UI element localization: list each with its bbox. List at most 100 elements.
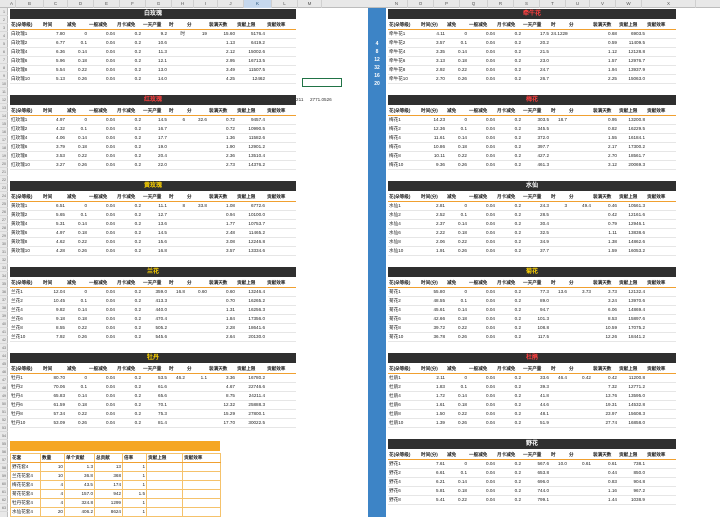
table-cell[interactable]: 杜鹃10 — [388, 418, 420, 428]
table-cell[interactable]: 11.1 — [142, 201, 168, 211]
table-cell[interactable]: 白玫瑰10 — [10, 74, 42, 84]
table-cell[interactable]: 14.5 — [142, 228, 168, 238]
table-cell[interactable]: 0.1 — [66, 296, 88, 306]
table-cell[interactable]: 水仙花套4 — [10, 507, 41, 517]
row-header[interactable]: 8 — [0, 64, 8, 72]
table-cell[interactable]: 10.59 — [592, 323, 618, 333]
data-table[interactable]: 花(朵等级) 时间(分) 减免 一般减免 月卡减免 一天产量时分装满天数 贡献上限 贡献效率水… — [388, 193, 676, 256]
table-cell[interactable]: 14376.2 — [236, 160, 266, 170]
table-cell[interactable]: 3.08 — [208, 237, 236, 247]
table-cell[interactable]: 2.06 — [420, 237, 446, 247]
table-cell[interactable]: 4.97 — [42, 115, 66, 125]
table-cell[interactable] — [568, 38, 592, 48]
table-cell[interactable]: 黄玫瑰1 — [10, 201, 42, 211]
table-cell[interactable]: 2.25 — [592, 74, 618, 84]
row-header[interactable]: 20 — [0, 160, 8, 168]
table-cell[interactable]: 0.2 — [496, 323, 522, 333]
table-cell[interactable]: 菊花2 — [388, 296, 420, 306]
table-cell[interactable]: 51.9 — [522, 418, 550, 428]
table-cell[interactable] — [568, 219, 592, 229]
table-cell[interactable]: 46.4 — [550, 373, 568, 383]
table-cell[interactable]: 0.82 — [592, 124, 618, 134]
table-cell[interactable]: 18.7 — [550, 115, 568, 125]
table-cell[interactable]: 0.26 — [66, 418, 88, 428]
table-cell[interactable] — [168, 47, 186, 57]
table-cell[interactable]: 0.04 — [88, 219, 116, 229]
table-row[interactable]: 菊花1 55.80 0 0.04 0.2 77.3 13.6 3.73 3.73 12132.4 — [388, 287, 676, 297]
table-row[interactable]: 野花1 7.61 0 0.04 0.2 567.6 10.0 0.61 0.61 738.1 — [388, 459, 676, 469]
table-cell[interactable] — [550, 400, 568, 410]
table-cell[interactable]: 89.0 — [522, 296, 550, 306]
column-header-o[interactable]: O — [408, 0, 434, 8]
table-cell[interactable]: 1.11 — [592, 228, 618, 238]
table-cell[interactable] — [550, 332, 568, 342]
table-cell[interactable]: 427.2 — [522, 151, 550, 161]
table-cell[interactable] — [550, 486, 568, 496]
table-cell[interactable]: 0.2 — [496, 382, 522, 392]
table-cell[interactable]: 0.2 — [116, 314, 142, 324]
table-cell[interactable]: 22.0 — [142, 160, 168, 170]
table-cell[interactable]: 0.04 — [468, 314, 496, 324]
table-cell[interactable]: 0.2 — [116, 400, 142, 410]
table-cell[interactable] — [550, 65, 568, 75]
table-cell[interactable]: 3.35 — [420, 47, 446, 57]
table-row[interactable]: 白玫瑰1 7.80 0 0.04 0.2 9.2 时 19 15.60 5176.4 — [10, 29, 296, 39]
table-cell[interactable]: 白玫瑰8 — [10, 65, 42, 75]
table-cell[interactable]: 406.2 — [64, 507, 95, 517]
table-cell[interactable]: 0.04 — [88, 56, 116, 66]
row-header[interactable]: 58 — [0, 464, 8, 472]
table-cell[interactable]: 野花8 — [388, 495, 420, 505]
table-cell[interactable]: 30022.5 — [236, 418, 266, 428]
table-cell[interactable] — [168, 151, 186, 161]
table-cell[interactable] — [646, 459, 676, 469]
table-cell[interactable]: 0.18 — [446, 314, 468, 324]
table-cell[interactable]: 24.122807 — [550, 29, 568, 39]
table-cell[interactable] — [550, 219, 568, 229]
table-cell[interactable]: 0.22 — [446, 151, 468, 161]
table-cell[interactable] — [550, 228, 568, 238]
table-row[interactable]: 兰花6 9.18 0.18 0.04 0.2 470.4 1.84 17356.0 — [10, 314, 296, 324]
table-cell[interactable]: 0.04 — [88, 382, 116, 392]
table-cell[interactable]: 1 — [122, 507, 147, 517]
table-cell[interactable]: 0.04 — [468, 219, 496, 229]
table-cell[interactable] — [266, 400, 296, 410]
table-cell[interactable]: 0.22 — [446, 65, 468, 75]
table-cell[interactable]: 水仙6 — [388, 228, 420, 238]
table-cell[interactable]: 6.51 — [42, 201, 66, 211]
table-cell[interactable]: 牵牛花8 — [388, 65, 420, 75]
table-cell[interactable]: 1.91 — [420, 246, 446, 256]
table-cell[interactable]: 4.28 — [42, 246, 66, 256]
table-cell[interactable] — [568, 29, 592, 39]
table-cell[interactable]: 4.62 — [42, 237, 66, 247]
table-cell[interactable]: 42.66 — [420, 314, 446, 324]
table-cell[interactable] — [646, 391, 676, 401]
table-row[interactable]: 红玫瑰2 4.32 0.1 0.04 0.2 16.7 0.72 10990.5 — [10, 124, 296, 134]
table-cell[interactable]: 942 — [94, 489, 123, 499]
column-header-l[interactable]: L — [272, 0, 298, 8]
row-header[interactable]: 2 — [0, 16, 8, 24]
table-cell[interactable] — [646, 115, 676, 125]
column-header-m[interactable]: M — [298, 0, 322, 8]
table-cell[interactable] — [646, 210, 676, 220]
table-cell[interactable]: 0.04 — [88, 65, 116, 75]
table-cell[interactable]: 时 — [168, 29, 186, 39]
table-cell[interactable]: 兰花1 — [10, 287, 42, 297]
table-cell[interactable]: 3.13 — [420, 56, 446, 66]
table-cell[interactable]: 牡丹花套4 — [10, 498, 41, 508]
table-cell[interactable]: 15897.6 — [618, 314, 646, 324]
table-cell[interactable]: 0.2 — [496, 38, 522, 48]
table-cell[interactable]: 0.2 — [496, 495, 522, 505]
row-header[interactable]: 52 — [0, 416, 8, 424]
table-cell[interactable]: 117.5 — [522, 332, 550, 342]
table-cell[interactable] — [646, 477, 676, 487]
table-cell[interactable]: 2.48 — [208, 228, 236, 238]
table-cell[interactable]: 黄玫瑰8 — [10, 237, 42, 247]
table-cell[interactable]: 16.8 — [168, 287, 186, 297]
column-header-t[interactable]: T — [540, 0, 566, 8]
table-cell[interactable]: 杜鹃4 — [388, 391, 420, 401]
table-cell[interactable]: 9.2 — [142, 29, 168, 39]
table-cell[interactable] — [550, 409, 568, 419]
table-cell[interactable]: 13595.0 — [618, 391, 646, 401]
table-cell[interactable]: 545.6 — [142, 332, 168, 342]
table-cell[interactable]: 0.04 — [88, 373, 116, 383]
